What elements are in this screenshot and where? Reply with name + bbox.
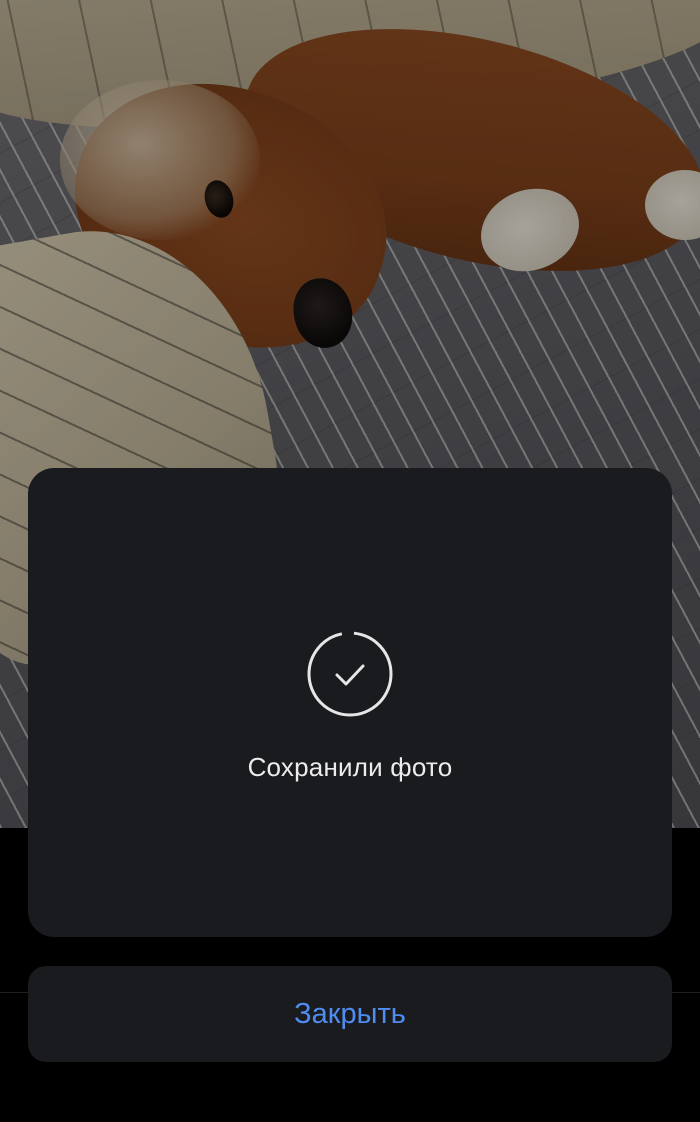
check-circle-icon xyxy=(306,630,394,718)
close-button[interactable]: Закрыть xyxy=(28,966,672,1062)
dialog-message: Сохранили фото xyxy=(247,752,453,782)
close-button-label: Закрыть xyxy=(294,997,406,1030)
screen: Сохранили фото Закрыть xyxy=(0,0,700,1122)
save-confirmation-dialog: Сохранили фото xyxy=(28,468,672,937)
